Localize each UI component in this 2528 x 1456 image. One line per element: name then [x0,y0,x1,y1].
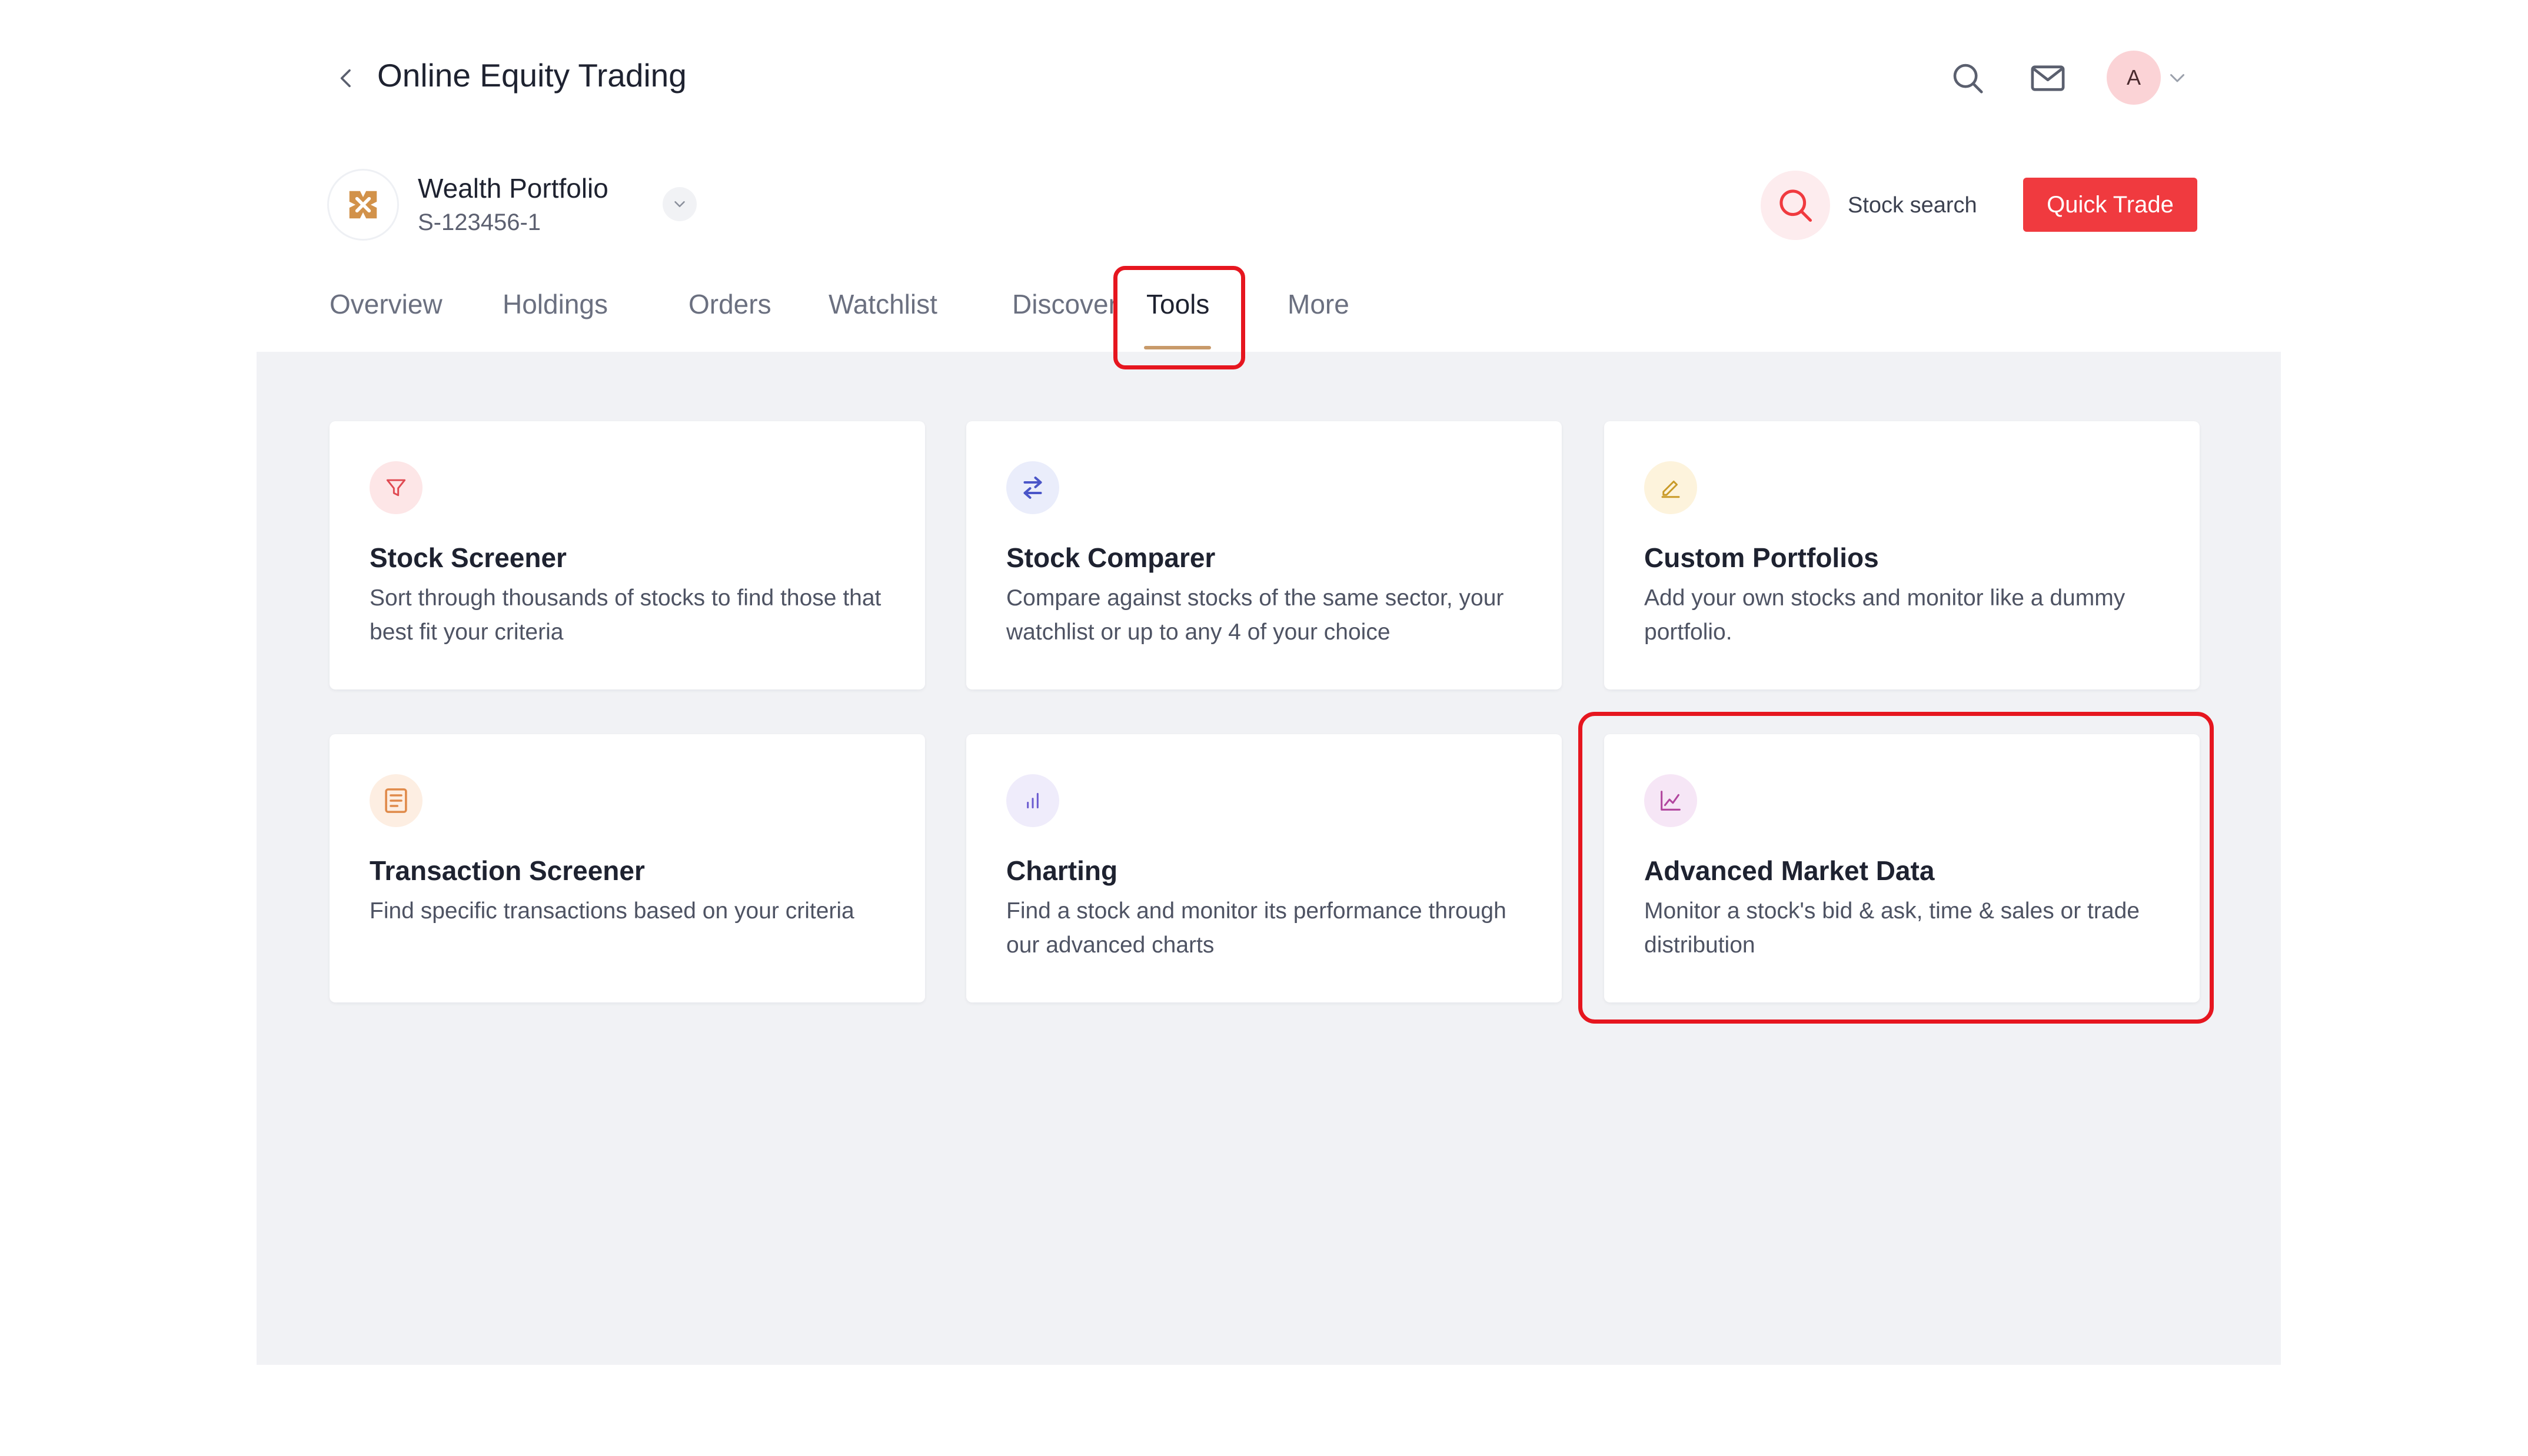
chevron-down-icon [674,201,685,207]
quick-trade-button[interactable]: Quick Trade [2023,178,2197,232]
search-button[interactable] [1945,56,1990,101]
app-window: Online Equity Trading A Wealth Portfolio… [257,0,2281,1365]
card-title: Stock Comparer [1006,542,1216,573]
stock-search-icon-badge [1761,171,1830,240]
tool-card-stock-comparer[interactable]: Stock Comparer Compare against stocks of… [966,421,1562,689]
tool-card-advanced-market-data[interactable]: Advanced Market Data Monitor a stock's b… [1604,734,2200,1002]
card-title: Charting [1006,855,1118,886]
card-icon-badge [1644,461,1697,514]
tool-card-transaction-screener[interactable]: Transaction Screener Find specific trans… [330,734,925,1002]
tab-discover[interactable]: Discover [1012,288,1117,320]
avatar[interactable]: A [2107,51,2161,105]
card-title: Transaction Screener [370,855,645,886]
active-tab-indicator [1144,346,1211,349]
card-title: Stock Screener [370,542,567,573]
portfolio-switcher[interactable] [663,187,697,221]
tools-content: Stock Screener Sort through thousands of… [257,352,2281,1365]
card-title: Custom Portfolios [1644,542,1879,573]
card-title: Advanced Market Data [1644,855,1935,886]
tab-overview[interactable]: Overview [330,288,443,320]
card-description: Monitor a stock's bid & ask, time & sale… [1644,898,2140,958]
bar-chart-icon [1027,792,1039,809]
card-description: Sort through thousands of stocks to find… [370,585,882,645]
stock-search-button[interactable]: Stock search [1761,171,1977,240]
card-description: Compare against stocks of the same secto… [1006,585,1504,645]
tool-card-charting[interactable]: Charting Find a stock and monitor its pe… [966,734,1562,1002]
card-icon-badge [1644,774,1697,827]
card-description: Find specific transactions based on your… [370,898,854,924]
document-list-icon [385,788,407,813]
card-description: Add your own stocks and monitor like a d… [1644,585,2125,645]
search-icon [1779,189,1812,222]
filter-icon [386,479,406,497]
portfolio-id: S-123456-1 [418,209,541,235]
back-button[interactable] [326,58,367,99]
portfolio-logo-icon [349,191,377,219]
stock-search-label: Stock search [1848,192,1977,218]
top-bar: Online Equity Trading A Wealth Portfolio… [257,0,2281,349]
portfolio-name: Wealth Portfolio [418,173,608,204]
tab-watchlist[interactable]: Watchlist [829,288,937,320]
tab-tools[interactable]: Tools [1146,288,1209,320]
account-menu-toggle[interactable] [2167,67,2188,88]
tab-more[interactable]: More [1288,288,1349,320]
card-description: Find a stock and monitor its performance… [1006,898,1506,958]
chevron-down-icon [2170,74,2184,82]
mail-icon [2031,65,2065,91]
messages-button[interactable] [2025,56,2070,101]
tool-card-stock-screener[interactable]: Stock Screener Sort through thousands of… [330,421,925,689]
line-chart-icon [1661,791,1681,811]
pencil-icon [1661,481,1680,498]
chevron-left-icon [340,69,351,88]
page-title: Online Equity Trading [377,57,687,94]
search-icon [1953,64,1983,94]
card-icon-badge [370,461,423,514]
tool-card-custom-portfolios[interactable]: Custom Portfolios Add your own stocks an… [1604,421,2200,689]
card-icon-badge [1006,461,1059,514]
card-icon-badge [370,774,423,827]
compare-arrows-icon [1023,477,1042,499]
portfolio-logo [329,171,397,239]
tab-holdings[interactable]: Holdings [503,288,608,320]
tab-orders[interactable]: Orders [688,288,771,320]
card-icon-badge [1006,774,1059,827]
